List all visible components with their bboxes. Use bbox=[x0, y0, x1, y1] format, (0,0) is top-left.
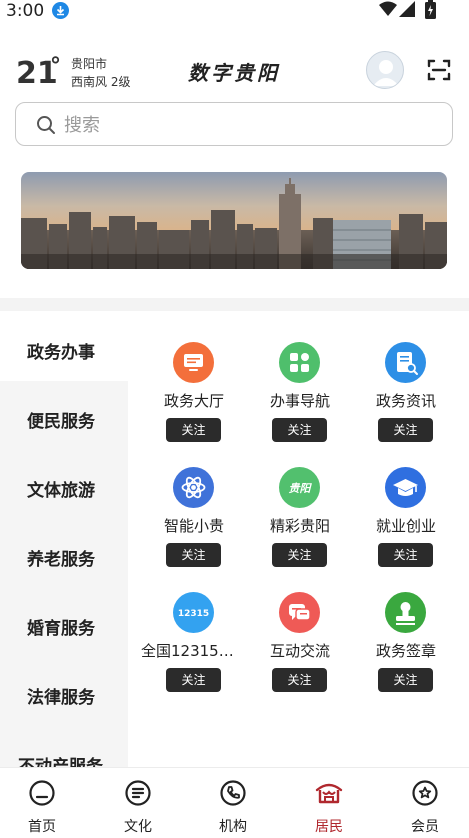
battery-charging-icon bbox=[425, 0, 436, 23]
category-sidebar: 政务办事 便民服务 文体旅游 养老服务 婚育服务 法律服务 不动产服务 bbox=[0, 312, 128, 767]
search-icon bbox=[36, 115, 56, 139]
service-label: 互动交流 bbox=[269, 642, 330, 660]
12315-icon: 12315 bbox=[173, 592, 214, 633]
service-label: 就业创业 bbox=[375, 517, 436, 535]
sidebar-item-marriage-childbirth[interactable]: 婚育服务 bbox=[0, 588, 128, 657]
sidebar-item-label: 法律服务 bbox=[27, 688, 95, 708]
city-banner[interactable] bbox=[21, 172, 447, 269]
sidebar-item-label: 文体旅游 bbox=[27, 481, 95, 501]
service-label: 政务签章 bbox=[375, 642, 436, 660]
bottom-tab-bar: 首页 文化 机构 居民 会员 bbox=[0, 767, 469, 838]
sidebar-item-convenience-services[interactable]: 便民服务 bbox=[0, 381, 128, 450]
tab-culture[interactable]: 文化 bbox=[91, 768, 185, 838]
service-tile-e-seal[interactable]: 政务签章 关注 bbox=[353, 562, 459, 692]
service-tile-wonderful-guiyang[interactable]: 贵阳 精彩贵阳 关注 bbox=[247, 437, 353, 567]
follow-button[interactable]: 关注 bbox=[378, 668, 433, 692]
search-bar[interactable] bbox=[15, 102, 453, 146]
sidebar-item-culture-tourism[interactable]: 文体旅游 bbox=[0, 450, 128, 519]
city-name: 贵阳市 bbox=[71, 57, 108, 71]
tab-home[interactable]: 首页 bbox=[0, 768, 89, 838]
service-label: 办事导航 bbox=[269, 392, 330, 410]
service-label: 全国12315平台 bbox=[141, 642, 247, 660]
guiyang-logo-icon: 贵阳 bbox=[279, 467, 320, 508]
grid-apps-icon bbox=[279, 342, 320, 383]
guiyang-logo-text: 贵阳 bbox=[289, 482, 313, 495]
service-tile-affairs-navigation[interactable]: 办事导航 关注 bbox=[247, 312, 353, 442]
member-star-icon bbox=[410, 778, 440, 808]
list-icon bbox=[123, 778, 153, 808]
sidebar-item-label: 便民服务 bbox=[27, 412, 95, 432]
scan-icon[interactable] bbox=[427, 58, 451, 86]
service-tile-government-hall[interactable]: 政务大厅 关注 bbox=[141, 312, 247, 442]
home-icon bbox=[27, 778, 57, 808]
service-tile-interaction[interactable]: 互动交流 关注 bbox=[247, 562, 353, 692]
service-tile-12315-platform[interactable]: 12315 全国12315平台 关注 bbox=[141, 562, 247, 692]
tab-institutions[interactable]: 机构 bbox=[186, 768, 280, 838]
service-tile-government-news[interactable]: 政务资讯 关注 bbox=[353, 312, 459, 442]
search-input[interactable] bbox=[64, 113, 424, 137]
wind-info: 西南风 2级 bbox=[71, 75, 131, 89]
wifi-icon bbox=[379, 1, 397, 21]
service-label: 政务大厅 bbox=[163, 392, 224, 410]
sidebar-item-real-estate[interactable]: 不动产服务 bbox=[0, 726, 128, 767]
user-avatar-icon bbox=[373, 60, 399, 86]
phone-icon bbox=[218, 778, 248, 808]
service-label: 政务资讯 bbox=[375, 392, 436, 410]
app-title: 数字贵阳 bbox=[188, 61, 280, 85]
sidebar-item-legal-services[interactable]: 法律服务 bbox=[0, 657, 128, 726]
tab-label: 居民 bbox=[315, 819, 343, 835]
status-time: 3:00 bbox=[6, 1, 45, 21]
sidebar-item-elderly-care[interactable]: 养老服务 bbox=[0, 519, 128, 588]
12315-logo-text: 12315 bbox=[178, 609, 209, 619]
service-grid: 政务大厅 关注 办事导航 关注 政务资讯 关注 智能小贵 关注 贵阳 精彩贵阳 … bbox=[128, 312, 469, 767]
service-label: 智能小贵 bbox=[163, 517, 224, 535]
sidebar-item-label: 养老服务 bbox=[27, 550, 95, 570]
sidebar-item-label: 政务办事 bbox=[27, 343, 95, 363]
residents-icon bbox=[314, 778, 344, 808]
status-bar: 3:00 bbox=[0, 0, 469, 24]
news-doc-icon bbox=[385, 342, 426, 383]
tab-label: 会员 bbox=[411, 819, 439, 835]
sidebar-item-government-affairs[interactable]: 政务办事 bbox=[0, 312, 128, 381]
service-tile-smart-assistant[interactable]: 智能小贵 关注 bbox=[141, 437, 247, 567]
tab-label: 文化 bbox=[124, 819, 152, 835]
signal-icon bbox=[399, 1, 415, 21]
tab-residents[interactable]: 居民 bbox=[282, 768, 376, 838]
avatar[interactable] bbox=[366, 51, 404, 89]
chat-icon bbox=[279, 592, 320, 633]
atom-icon bbox=[173, 467, 214, 508]
sidebar-item-label: 不动产服务 bbox=[18, 757, 103, 767]
seal-icon bbox=[385, 592, 426, 633]
service-tile-employment[interactable]: 就业创业 关注 bbox=[353, 437, 459, 567]
service-label: 精彩贵阳 bbox=[269, 517, 330, 535]
city-skyline-image bbox=[21, 172, 447, 269]
header: 21 ° 贵阳市 西南风 2级 数字贵阳 bbox=[0, 46, 469, 98]
download-icon bbox=[52, 2, 69, 19]
monitor-icon bbox=[173, 342, 214, 383]
tab-label: 首页 bbox=[28, 819, 56, 835]
tab-member[interactable]: 会员 bbox=[378, 768, 469, 838]
graduation-cap-icon bbox=[385, 467, 426, 508]
follow-button[interactable]: 关注 bbox=[166, 668, 221, 692]
follow-button[interactable]: 关注 bbox=[272, 668, 327, 692]
degree-symbol: ° bbox=[50, 54, 61, 79]
tab-label: 机构 bbox=[219, 819, 247, 835]
section-divider bbox=[0, 298, 469, 311]
sidebar-item-label: 婚育服务 bbox=[27, 619, 95, 639]
